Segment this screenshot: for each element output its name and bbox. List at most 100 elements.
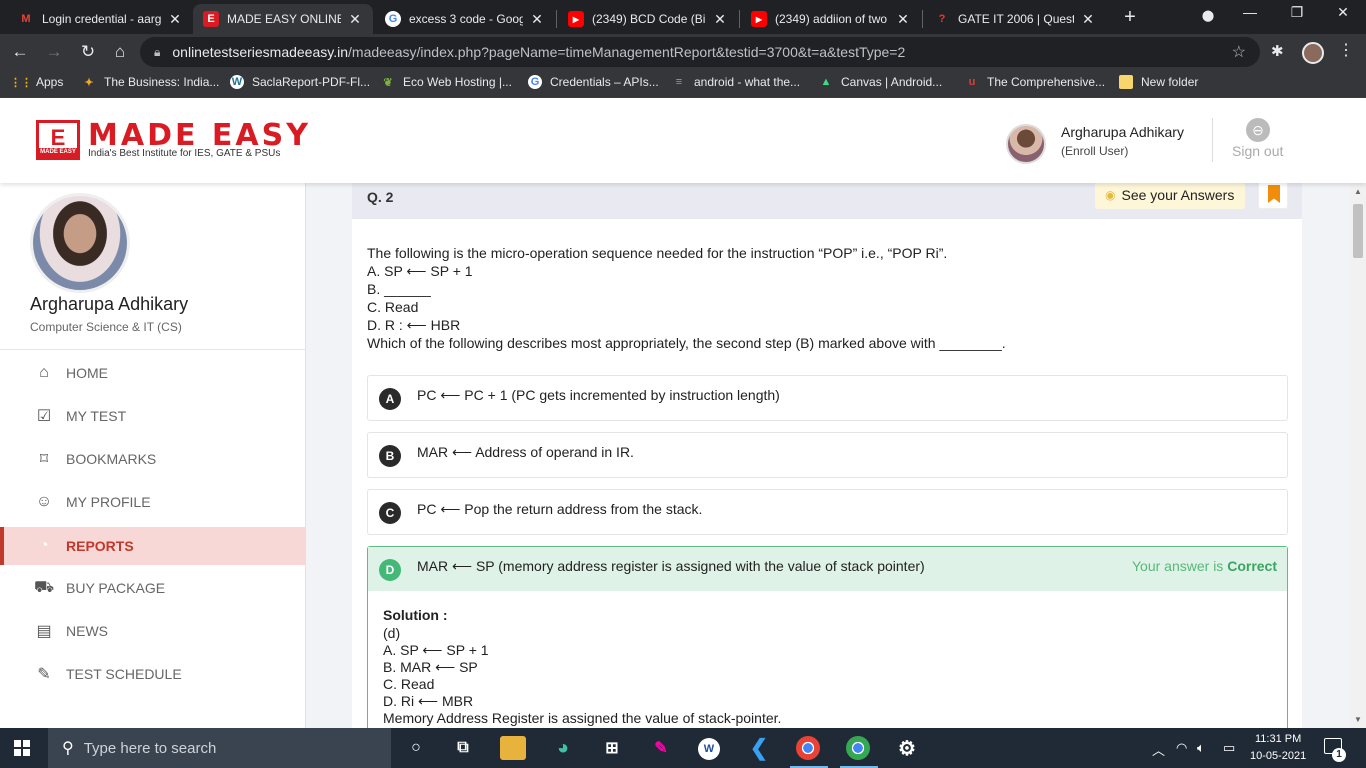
option-d-correct[interactable]: D MAR ⟵ SP (memory address register is a… (367, 546, 1288, 728)
bookmark-apps[interactable]: ⋮⋮ Apps (10, 75, 63, 89)
tab-madeeasy[interactable]: E MADE EASY ONLINE T ✕ (193, 4, 373, 34)
battery-icon[interactable]: ▭ (1223, 740, 1235, 756)
reload-icon[interactable]: ↻ (76, 40, 100, 64)
back-arrow-icon[interactable]: ← (8, 40, 32, 64)
scrollbar-thumb[interactable] (1353, 204, 1363, 258)
signout-icon[interactable]: ⊖ (1246, 118, 1270, 142)
bookmark-eco[interactable]: ❦ Eco Web Hosting |... (381, 75, 512, 89)
sidebar-item-bookmarks[interactable]: ⌑ BOOKMARKS (0, 440, 306, 478)
restore-icon[interactable]: ❐ (1282, 4, 1312, 21)
lock-icon[interactable]: 🔒︎ (154, 45, 160, 60)
bookmarks-bar: ⋮⋮ Apps ✦ The Business: India... W Sacla… (0, 70, 1366, 98)
madeeasy-icon: E (203, 11, 219, 27)
bookmark-label: SaclaReport-PDF-Fl... (252, 75, 371, 89)
solution-line: C. Read (383, 676, 435, 692)
tab-gateoverflow[interactable]: ? GATE IT 2006 | Questic ✕ (924, 4, 1106, 34)
bookmark-credentials[interactable]: G Credentials – APIs... (528, 75, 659, 89)
wordpress-icon: W (230, 75, 244, 89)
store-icon[interactable]: ⊞ (599, 736, 625, 760)
settings-gear-icon[interactable]: ⚙ (894, 736, 920, 760)
home-icon: ⌂ (39, 364, 49, 381)
youtube-icon: ▶ (568, 11, 584, 27)
windows-start-icon[interactable] (14, 740, 30, 756)
close-icon[interactable]: ✕ (347, 11, 363, 28)
star-icon[interactable]: ☆ (1232, 42, 1246, 62)
tab-google[interactable]: G excess 3 code - Googl ✕ (375, 4, 555, 34)
chrome-icon[interactable] (790, 736, 828, 768)
gateoverflow-icon: ? (938, 13, 946, 25)
bookmark-sacla[interactable]: W SaclaReport-PDF-Fl... (230, 75, 370, 89)
tab-search-icon[interactable]: ⬤ (1193, 9, 1223, 22)
solution-panel: Solution : (d) A. SP ⟵ SP + 1 B. MAR ⟵ S… (368, 591, 1287, 728)
home-icon[interactable]: ⌂ (108, 40, 132, 64)
bookmark-business[interactable]: ✦ The Business: India... (82, 75, 219, 89)
signout-link[interactable]: Sign out (1232, 143, 1283, 159)
minimize-icon[interactable]: — (1235, 4, 1265, 20)
bookmark-comprehensive[interactable]: u The Comprehensive... (965, 75, 1105, 89)
close-icon[interactable]: ✕ (712, 11, 728, 28)
chrome-profile-icon[interactable] (840, 736, 878, 768)
bookmark-canvas[interactable]: ▲ Canvas | Android... (819, 75, 943, 89)
task-view-icon[interactable]: ⧉ (450, 736, 476, 760)
site-header: E MADE EASY MADE EASY India's Best Instit… (0, 98, 1366, 183)
new-tab-button[interactable]: + (1118, 6, 1142, 29)
question-card: Q. 2 ◉ See your Answers The following is… (352, 183, 1302, 728)
file-explorer-icon[interactable] (500, 736, 526, 760)
google-icon: G (528, 75, 542, 89)
sidebar-item-news[interactable]: ▤ NEWS (0, 612, 306, 650)
bookmark-android-so[interactable]: ≡ android - what the... (672, 75, 800, 89)
menu-kebab-icon[interactable]: ⋮ (1338, 40, 1354, 60)
browser-tabbar: M Login credential - aarg ✕ E MADE EASY … (0, 0, 1366, 34)
tab-youtube-1[interactable]: ▶ (2349) BCD Code (Bina ✕ (558, 4, 738, 34)
bookmark-new-folder[interactable]: New folder (1119, 75, 1198, 89)
cortana-icon[interactable]: ○ (403, 736, 429, 760)
question-line: B. ______ (367, 281, 431, 297)
taskbar-clock[interactable]: 11:31 PM 10-05-2021 (1250, 731, 1306, 765)
tab-gmail[interactable]: M Login credential - aarg ✕ (8, 4, 193, 34)
wifi-icon[interactable]: ◠ (1176, 740, 1187, 756)
close-icon[interactable]: ✕ (529, 11, 545, 28)
close-window-icon[interactable]: ✕ (1328, 4, 1358, 21)
address-bar[interactable]: 🔒︎ onlinetestseriesmadeeasy.in /madeeasy… (140, 37, 1260, 67)
option-letter: D (379, 559, 401, 581)
sidebar-item-my-test[interactable]: ☑ MY TEST (0, 397, 306, 435)
search-icon: ⚲ (62, 740, 74, 757)
volume-icon[interactable]: 🔈︎ (1197, 740, 1205, 756)
tab-title: GATE IT 2006 | Questic (958, 12, 1074, 26)
app-w-icon[interactable]: W (698, 738, 720, 760)
bookmark-question-button[interactable] (1258, 183, 1288, 209)
sidebar-item-test-schedule[interactable]: ✎ TEST SCHEDULE (0, 655, 306, 693)
gmail-icon: M (21, 13, 31, 25)
profile-avatar[interactable] (1302, 42, 1324, 64)
option-c[interactable]: C PC ⟵ Pop the return address from the s… (367, 489, 1288, 535)
sidebar-item-buy-package[interactable]: ⛟ BUY PACKAGE (0, 569, 306, 607)
see-answers-button[interactable]: ◉ See your Answers (1095, 183, 1245, 209)
page-scrollbar[interactable]: ▲ ▼ (1350, 183, 1366, 728)
option-text: MAR ⟵ SP (memory address register is ass… (417, 558, 925, 574)
question-number: Q. 2 (367, 189, 394, 205)
option-b[interactable]: B MAR ⟵ Address of operand in IR. (367, 432, 1288, 478)
close-icon[interactable]: ✕ (167, 11, 183, 28)
paint-icon[interactable]: ✎ (648, 736, 674, 760)
sidebar-item-my-profile[interactable]: ☺ MY PROFILE (0, 483, 306, 521)
edge-icon[interactable]: ◕ (550, 736, 576, 760)
question-header: Q. 2 ◉ See your Answers (352, 183, 1302, 219)
option-a[interactable]: A PC ⟵ PC + 1 (PC gets incremented by in… (367, 375, 1288, 421)
forward-arrow-icon[interactable]: → (42, 40, 66, 64)
tab-separator (922, 10, 923, 28)
sidebar-item-label: REPORTS (66, 538, 134, 554)
vscode-icon[interactable]: ❮ (746, 735, 772, 760)
close-icon[interactable]: ✕ (1080, 11, 1096, 28)
extensions-icon[interactable]: ✱ (1271, 42, 1284, 60)
taskbar-search[interactable]: ⚲ Type here to search (48, 728, 391, 768)
scroll-down-arrow[interactable]: ▼ (1350, 715, 1366, 724)
tray-chevron-icon[interactable]: ︿ (1152, 740, 1165, 759)
tab-youtube-2[interactable]: ▶ (2349) addiion of two ✕ (741, 4, 921, 34)
bookmark-label: New folder (1141, 75, 1199, 89)
sidebar-item-home[interactable]: ⌂ HOME (0, 354, 306, 392)
sidebar-item-reports[interactable]: ◔ REPORTS (0, 527, 306, 565)
close-icon[interactable]: ✕ (895, 11, 911, 28)
eco-icon: ❦ (383, 76, 393, 89)
scroll-up-arrow[interactable]: ▲ (1350, 187, 1366, 196)
profile-icon: ☺ (35, 493, 53, 510)
